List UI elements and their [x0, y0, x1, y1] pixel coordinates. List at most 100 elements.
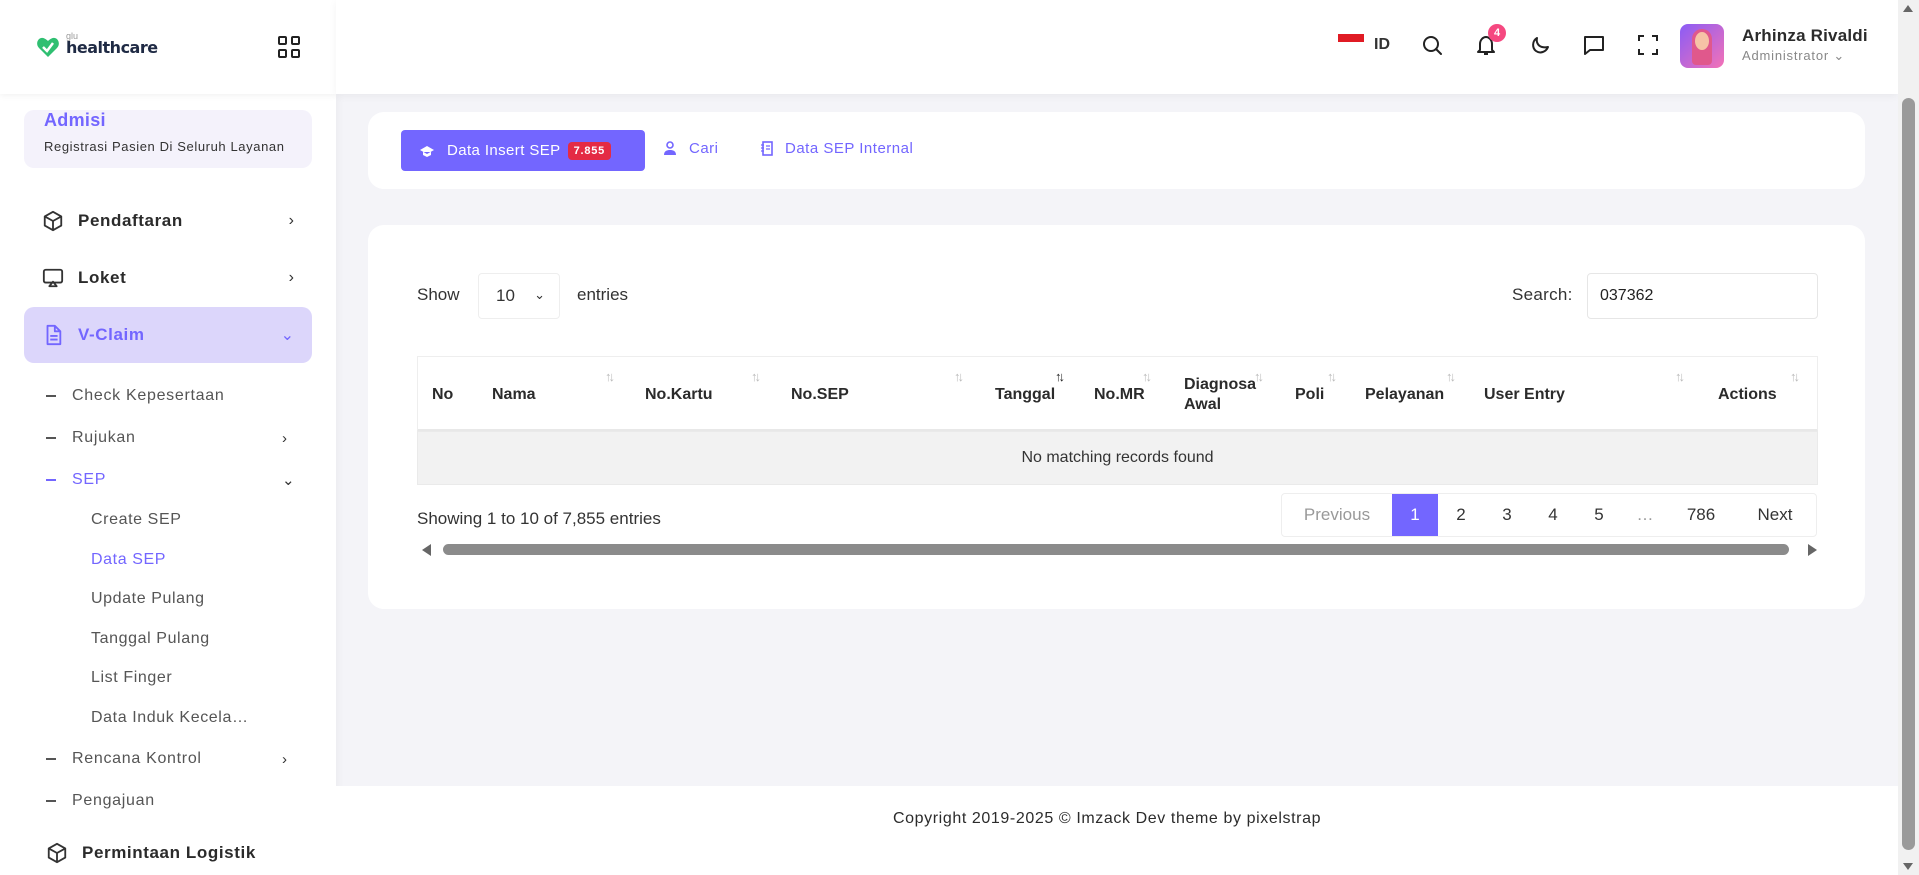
vertical-scrollbar[interactable] [1898, 0, 1919, 875]
chevron-down-icon: ⌄ [282, 472, 296, 489]
page-size-value: 10 [496, 286, 515, 305]
chevron-right-icon: › [282, 750, 288, 768]
fullscreen-icon[interactable] [1636, 33, 1660, 57]
sort-icon[interactable]: ↑↓ [1327, 369, 1337, 384]
pagination-page[interactable]: 5 [1576, 494, 1622, 536]
top-header [336, 0, 1898, 94]
pagination-page[interactable]: 4 [1530, 494, 1576, 536]
tab-label: Cari [689, 140, 719, 157]
logo-bar: glu healthcare [0, 0, 336, 94]
section-title: Admisi [44, 110, 106, 130]
monitor-icon [42, 268, 64, 288]
scrollbar-thumb[interactable] [1902, 98, 1915, 850]
sidebar-sep-list-finger[interactable]: List Finger [91, 669, 172, 687]
column-header-diagnosa-awal[interactable]: Diagnosa Awal [1184, 357, 1259, 432]
sidebar-sep-update-pulang[interactable]: Update Pulang [91, 590, 205, 608]
pagination-page[interactable]: 2 [1438, 494, 1484, 536]
table-header: No Nama ↑↓ No.Kartu ↑↓ No.SEP ↑↓ Tanggal… [417, 356, 1818, 431]
user-name[interactable]: Arhinza Rivaldi [1742, 26, 1868, 46]
sort-icon[interactable]: ↑↓ [1790, 369, 1800, 384]
scroll-down-arrow-icon[interactable] [1903, 863, 1913, 870]
horizontal-scrollbar[interactable] [417, 541, 1818, 557]
sub-label: Pengajuan [72, 792, 155, 809]
sidebar-item-vclaim[interactable]: V-Claim ⌄ [24, 307, 312, 363]
pagination-page[interactable]: 3 [1484, 494, 1530, 536]
flag-indonesia-icon[interactable] [1338, 34, 1364, 50]
heart-check-icon [37, 37, 59, 57]
sidebar-section-admisi: Admisi Registrasi Pasien Di Seluruh Laya… [24, 110, 312, 168]
column-header-no-kartu[interactable]: No.Kartu [645, 357, 713, 432]
page-size-select[interactable]: 10 ⌄ [478, 273, 560, 319]
tab-label: Data Insert SEP [447, 142, 561, 159]
column-header-actions[interactable]: Actions [1718, 357, 1777, 432]
sidebar: glu healthcare Admisi Registrasi Pasien … [0, 0, 336, 875]
sidebar-item-pendaftaran[interactable]: Pendaftaran › [24, 193, 312, 249]
pagination-previous[interactable]: Previous [1282, 494, 1392, 536]
sidebar-sep-data[interactable]: Data SEP [91, 551, 166, 569]
column-header-pelayanan[interactable]: Pelayanan [1365, 357, 1444, 432]
scrollbar-thumb[interactable] [443, 544, 1789, 555]
sort-icon[interactable]: ↑↓ [1254, 369, 1264, 384]
sort-icon[interactable]: ↑↓ [1675, 369, 1685, 384]
apps-grid-icon[interactable] [278, 36, 300, 58]
sort-icon[interactable]: ↑↓ [954, 369, 964, 384]
sort-icon[interactable]: ↑↓ [1142, 369, 1152, 384]
sidebar-sub-rencana-kontrol[interactable]: Rencana Kontrol › [46, 750, 287, 768]
column-header-poli[interactable]: Poli [1295, 357, 1324, 432]
user-icon [664, 141, 676, 155]
empty-table-row: No matching records found [417, 431, 1818, 485]
sidebar-item-loket[interactable]: Loket › [24, 250, 312, 306]
column-header-no-sep[interactable]: No.SEP [791, 357, 849, 432]
chevron-right-icon: › [288, 269, 294, 286]
chevron-down-icon: ⌄ [534, 287, 545, 302]
footer: Copyright 2019-2025 © Imzack Dev theme b… [336, 786, 1898, 875]
column-header-tanggal[interactable]: Tanggal [995, 357, 1055, 432]
search-label: Search: [1512, 285, 1573, 304]
chevron-right-icon: › [288, 212, 294, 229]
sidebar-sub-rujukan[interactable]: Rujukan › [46, 429, 287, 447]
pagination-ellipsis: … [1636, 505, 1654, 524]
column-header-user-entry[interactable]: User Entry [1484, 357, 1565, 432]
user-role[interactable]: Administrator ⌄ [1742, 48, 1845, 64]
brand-name: healthcare [66, 37, 158, 57]
chat-icon[interactable] [1582, 33, 1606, 57]
tab-data-sep-internal[interactable]: Data SEP Internal [761, 140, 913, 157]
column-header-no[interactable]: No [432, 357, 453, 432]
sidebar-item-label: V-Claim [78, 325, 145, 344]
section-subtitle: Registrasi Pasien Di Seluruh Layanan [44, 139, 285, 154]
sort-desc-icon[interactable]: ↑↓ [1055, 369, 1065, 384]
column-header-nama[interactable]: Nama [492, 357, 536, 432]
sidebar-sub-sep[interactable]: SEP ⌄ [46, 471, 295, 489]
sidebar-sub-check-kepesertaan[interactable]: Check Kepesertaan [46, 387, 224, 405]
pagination-next[interactable]: Next [1734, 494, 1816, 536]
scroll-right-arrow-icon[interactable] [1808, 544, 1817, 556]
scroll-left-arrow-icon[interactable] [422, 544, 431, 556]
moon-icon[interactable] [1528, 33, 1552, 57]
chevron-right-icon: › [282, 429, 288, 447]
sidebar-sep-create[interactable]: Create SEP [91, 511, 181, 529]
sort-icon[interactable]: ↑↓ [751, 369, 761, 384]
language-code[interactable]: ID [1374, 36, 1390, 54]
logo[interactable]: glu healthcare [36, 31, 158, 58]
sort-icon[interactable]: ↑↓ [605, 369, 615, 384]
column-header-no-mr[interactable]: No.MR [1094, 357, 1145, 432]
sidebar-sep-data-induk[interactable]: Data Induk Kecela… [91, 709, 249, 727]
avatar[interactable] [1680, 24, 1724, 68]
sub-label: Check Kepesertaan [72, 387, 225, 404]
brand-small: glu [66, 31, 79, 41]
search-icon[interactable] [1420, 33, 1444, 57]
sidebar-sub-pengajuan[interactable]: Pengajuan [46, 792, 155, 810]
tab-data-insert-sep[interactable]: Data Insert SEP 7.855 [401, 130, 645, 171]
scroll-up-arrow-icon[interactable] [1903, 5, 1913, 12]
sidebar-item-permintaan-logistik[interactable]: Permintaan Logistik [28, 825, 316, 875]
tab-cari[interactable]: Cari [663, 140, 719, 157]
count-badge: 7.855 [567, 141, 612, 160]
search-input[interactable] [1587, 273, 1818, 319]
notification-badge: 4 [1488, 24, 1506, 42]
entries-label: entries [577, 285, 629, 304]
pagination-page[interactable]: 1 [1392, 494, 1438, 536]
show-label: Show [417, 285, 460, 304]
sort-icon[interactable]: ↑↓ [1446, 369, 1456, 384]
pagination-page[interactable]: 786 [1668, 494, 1734, 536]
sidebar-sep-tanggal-pulang[interactable]: Tanggal Pulang [91, 630, 210, 648]
